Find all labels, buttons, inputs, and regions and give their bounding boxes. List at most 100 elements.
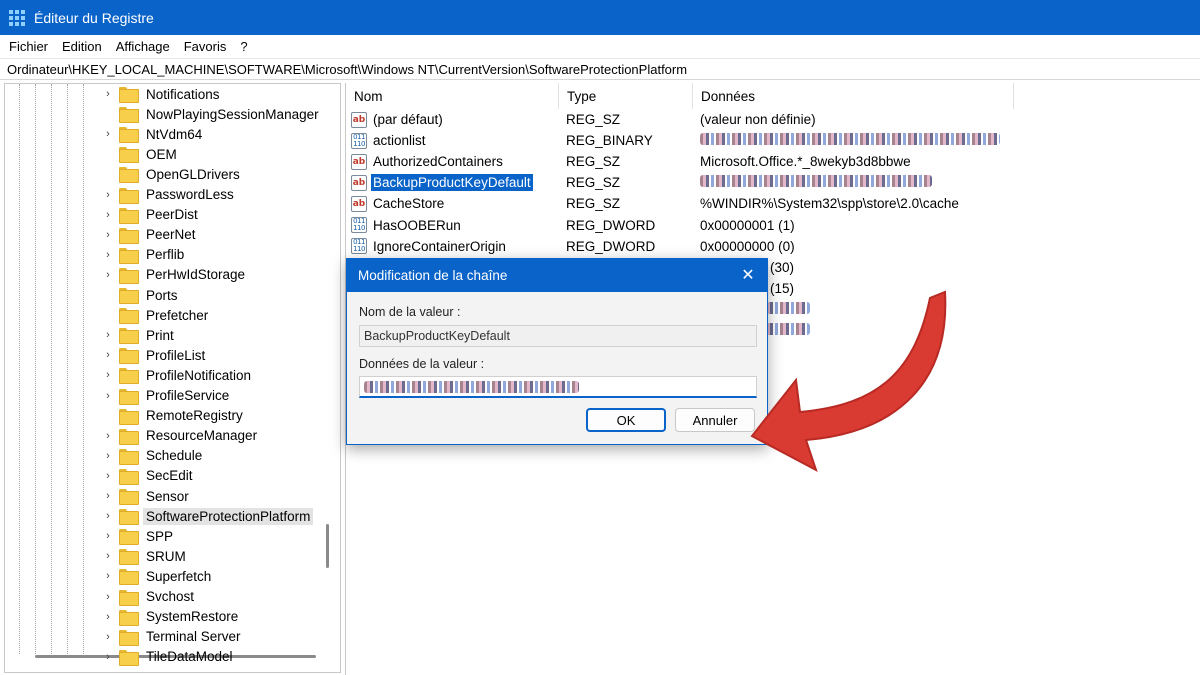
chevron-right-icon[interactable]: ›	[101, 225, 115, 245]
value-row[interactable]: ab (par défaut) REG_SZ (valeur non définie)	[351, 109, 816, 130]
folder-icon	[119, 529, 139, 546]
tree-item[interactable]: › SoftwareProtectionPlatform	[101, 506, 314, 526]
chevron-right-icon[interactable]: ›	[101, 607, 115, 627]
chevron-right-icon[interactable]: ›	[101, 345, 115, 365]
value-row[interactable]: ab AuthorizedContainers REG_SZ Microsoft.Of…	[351, 151, 911, 172]
value-data-input[interactable]	[359, 376, 757, 398]
tree-item[interactable]: RemoteRegistry	[101, 406, 246, 426]
chevron-right-icon[interactable]: ›	[101, 466, 115, 486]
tree-item[interactable]: › SRUM	[101, 546, 189, 566]
tree-item[interactable]: › Svchost	[101, 587, 197, 607]
tree-item[interactable]: › Sensor	[101, 486, 192, 506]
tree-item-label: ProfileNotification	[146, 367, 252, 383]
menu-fichier[interactable]: Fichier	[0, 39, 55, 54]
close-icon[interactable]: ✕	[739, 266, 757, 284]
tree-item-label: OEM	[146, 146, 177, 162]
tree-item[interactable]: NowPlayingSessionManager	[101, 104, 322, 124]
binary-value-icon: 011110	[351, 132, 367, 149]
tree-item[interactable]: › Schedule	[101, 446, 205, 466]
folder-icon	[119, 207, 139, 224]
tree-item[interactable]: › PerHwIdStorage	[101, 265, 248, 285]
menu-help[interactable]: ?	[233, 39, 254, 54]
column-header-data[interactable]: Données	[693, 83, 1014, 109]
chevron-right-icon[interactable]: ›	[101, 486, 115, 506]
tree-item[interactable]: › ResourceManager	[101, 426, 260, 446]
value-data: (15)	[770, 280, 795, 296]
chevron-right-icon[interactable]: ›	[101, 84, 115, 104]
tree-item[interactable]: › ProfileNotification	[101, 365, 254, 385]
chevron-right-icon[interactable]: ›	[101, 627, 115, 647]
folder-icon	[119, 308, 139, 325]
chevron-right-icon[interactable]: ›	[101, 205, 115, 225]
chevron-right-icon[interactable]: ›	[101, 365, 115, 385]
tree-item[interactable]: › Notifications	[101, 84, 223, 104]
address-bar[interactable]: Ordinateur\HKEY_LOCAL_MACHINE\SOFTWARE\M…	[0, 58, 1200, 80]
folder-icon	[119, 589, 139, 606]
tree-item[interactable]: › Terminal Server	[101, 627, 244, 647]
chevron-right-icon[interactable]: ›	[101, 546, 115, 566]
chevron-right-icon[interactable]: ›	[101, 587, 115, 607]
ok-button[interactable]: OK	[586, 408, 666, 432]
tree-item[interactable]: › PeerNet	[101, 225, 199, 245]
menu-edition[interactable]: Edition	[55, 39, 109, 54]
tree-item-label: PeerNet	[146, 227, 196, 243]
tree-item[interactable]: › Superfetch	[101, 566, 214, 586]
tree-item[interactable]: › TileDataModel	[101, 647, 236, 667]
tree-item[interactable]: › Print	[101, 325, 177, 345]
folder-icon	[119, 368, 139, 385]
tree-item[interactable]: Prefetcher	[101, 305, 211, 325]
value-row[interactable]: ab BackupProductKeyDefault REG_SZ	[351, 172, 932, 193]
tree-item[interactable]: › SystemRestore	[101, 607, 241, 627]
chevron-right-icon[interactable]: ›	[101, 647, 115, 667]
chevron-right-icon[interactable]: ›	[101, 386, 115, 406]
value-data: (valeur non définie)	[700, 112, 816, 127]
tree-item-label: PasswordLess	[146, 187, 234, 202]
tree-item-label: Superfetch	[146, 568, 212, 584]
value-row[interactable]: 011 110 IgnoreContainerOrigin REG_DWORD 0x00…	[351, 236, 795, 257]
value-type: REG_SZ	[566, 112, 621, 127]
value-data-label: Données de la valeur :	[359, 357, 485, 371]
tree-item[interactable]: › SecEdit	[101, 466, 196, 486]
tree-item[interactable]: › ProfileList	[101, 345, 208, 365]
chevron-right-icon[interactable]: ›	[101, 185, 115, 205]
value-name: BackupProductKeyDefault	[371, 174, 533, 192]
value-type: REG_BINARY	[566, 133, 653, 149]
menu-affichage[interactable]: Affichage	[109, 39, 177, 54]
column-header-name[interactable]: Nom	[346, 83, 559, 109]
tree-item[interactable]: › PasswordLess	[101, 185, 237, 205]
chevron-right-icon[interactable]: ›	[101, 124, 115, 144]
menu-favoris[interactable]: Favoris	[177, 39, 234, 54]
chevron-right-icon[interactable]: ›	[101, 506, 115, 526]
tree-item[interactable]: Ports	[101, 285, 181, 305]
chevron-right-icon[interactable]: ›	[101, 526, 115, 546]
string-value-icon: ab	[351, 153, 367, 170]
chevron-right-icon[interactable]: ›	[101, 265, 115, 285]
chevron-right-icon[interactable]: ›	[101, 566, 115, 586]
tree-vertical-scrollbar[interactable]	[326, 524, 329, 568]
column-header-type[interactable]: Type	[559, 83, 693, 109]
tree-item[interactable]: › PeerDist	[101, 205, 201, 225]
tree-item-label: Perflib	[146, 247, 185, 263]
tree-item[interactable]: › SPP	[101, 526, 176, 546]
tree-item-label: SystemRestore	[146, 609, 239, 625]
chevron-right-icon[interactable]: ›	[101, 446, 115, 466]
tree-item[interactable]: › ProfileService	[101, 386, 232, 406]
value-name: CacheStore	[373, 196, 445, 212]
tree-item-label: ResourceManager	[146, 428, 258, 444]
folder-icon	[119, 288, 139, 304]
cancel-button[interactable]: Annuler	[675, 408, 755, 432]
chevron-right-icon[interactable]: ›	[101, 325, 115, 345]
value-row[interactable]: ab CacheStore REG_SZ %WINDIR%\System32\spp\…	[351, 193, 959, 214]
value-row[interactable]: 011 110 HasOOBERun REG_DWORD 0x00000001 (1)	[351, 215, 795, 236]
value-data: (30)	[770, 259, 795, 275]
chevron-right-icon[interactable]: ›	[101, 245, 115, 265]
tree-item[interactable]: › NtVdm64	[101, 124, 205, 144]
tree-item[interactable]: OEM	[101, 144, 180, 164]
value-row[interactable]: 011 110 actionlist REG_BINARY	[351, 130, 1000, 151]
tree-item[interactable]: OpenGLDrivers	[101, 164, 243, 184]
key-tree-pane[interactable]: › Notifications NowPlayingSessionManager › N…	[4, 83, 341, 673]
tree-item[interactable]: › Perflib	[101, 245, 187, 265]
chevron-right-icon[interactable]: ›	[101, 426, 115, 446]
